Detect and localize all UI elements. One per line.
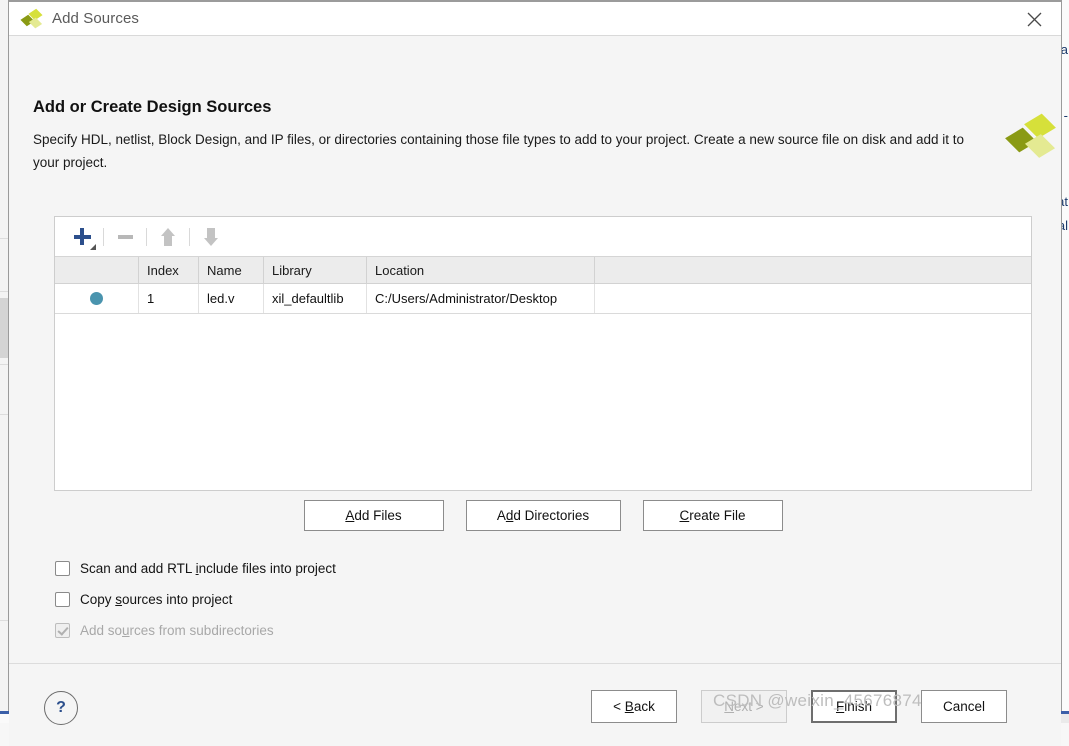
toolbar-divider bbox=[189, 228, 190, 246]
xilinx-logo-icon bbox=[1011, 116, 1057, 158]
toolbar-divider bbox=[146, 228, 147, 246]
table-empty-area[interactable] bbox=[55, 314, 1031, 490]
copy-sources-checkbox[interactable]: Copy sources into project bbox=[55, 584, 336, 615]
arrow-down-icon[interactable] bbox=[194, 222, 228, 252]
add-subdirectories-label: Add sources from subdirectories bbox=[80, 623, 274, 638]
add-files-label: Add Files bbox=[345, 508, 401, 523]
add-directories-label: Add Directories bbox=[497, 508, 589, 523]
source-status-dot bbox=[55, 284, 139, 313]
cell-location: C:/Users/Administrator/Desktop bbox=[367, 284, 595, 313]
close-icon[interactable] bbox=[1013, 4, 1055, 34]
table-header-library[interactable]: Library bbox=[264, 257, 367, 283]
checkbox-box[interactable] bbox=[55, 592, 70, 607]
table-header-filler bbox=[595, 257, 1031, 283]
table-header-row: Index Name Library Location bbox=[55, 257, 1031, 284]
source-action-buttons: Add Files Add Directories Create File bbox=[54, 500, 1032, 531]
toolbar-divider bbox=[103, 228, 104, 246]
cancel-button[interactable]: Cancel bbox=[921, 690, 1007, 723]
table-row[interactable]: 1 led.v xil_defaultlib C:/Users/Administ… bbox=[55, 284, 1031, 314]
back-button[interactable]: < Back bbox=[591, 690, 677, 723]
create-file-label: Create File bbox=[679, 508, 745, 523]
page-description: Specify HDL, netlist, Block Design, and … bbox=[33, 128, 993, 174]
add-subdirectories-checkbox: Add sources from subdirectories bbox=[55, 615, 336, 646]
table-header-name[interactable]: Name bbox=[199, 257, 264, 283]
xilinx-logo-icon bbox=[23, 10, 43, 28]
checkbox-box[interactable] bbox=[55, 561, 70, 576]
add-files-button[interactable]: Add Files bbox=[304, 500, 444, 531]
help-button[interactable]: ? bbox=[44, 691, 78, 725]
cell-index: 1 bbox=[139, 284, 199, 313]
checkbox-box bbox=[55, 623, 70, 638]
cell-filler bbox=[595, 284, 1031, 313]
table-header-location[interactable]: Location bbox=[367, 257, 595, 283]
dialog-titlebar[interactable]: Add Sources bbox=[9, 2, 1061, 36]
options-checkbox-group: Scan and add RTL include files into proj… bbox=[55, 553, 336, 646]
scan-rtl-include-label: Scan and add RTL include files into proj… bbox=[80, 561, 336, 576]
minus-icon[interactable] bbox=[108, 222, 142, 252]
plus-icon[interactable] bbox=[65, 222, 99, 252]
table-toolbar bbox=[55, 217, 1031, 257]
background-text-fragment: - bbox=[1064, 108, 1068, 123]
back-label: < Back bbox=[613, 699, 655, 714]
cancel-label: Cancel bbox=[943, 699, 985, 714]
page-title: Add or Create Design Sources bbox=[33, 98, 271, 117]
cell-library: xil_defaultlib bbox=[264, 284, 367, 313]
add-directories-button[interactable]: Add Directories bbox=[466, 500, 621, 531]
copy-sources-label: Copy sources into project bbox=[80, 592, 232, 607]
dialog-title: Add Sources bbox=[52, 10, 139, 27]
cell-name: led.v bbox=[199, 284, 264, 313]
create-file-button[interactable]: Create File bbox=[643, 500, 783, 531]
scan-rtl-include-checkbox[interactable]: Scan and add RTL include files into proj… bbox=[55, 553, 336, 584]
add-sources-dialog: Add Sources Add or Create Design Sources… bbox=[8, 0, 1062, 711]
table-header-index[interactable]: Index bbox=[139, 257, 199, 283]
dialog-body: Add or Create Design Sources Specify HDL… bbox=[9, 36, 1061, 710]
watermark: CSDN @weixin_45676874 bbox=[713, 691, 922, 711]
table-header-status[interactable] bbox=[55, 257, 139, 283]
arrow-up-icon[interactable] bbox=[151, 222, 185, 252]
source-files-table-panel: Index Name Library Location 1 led.v xil_… bbox=[54, 216, 1032, 491]
